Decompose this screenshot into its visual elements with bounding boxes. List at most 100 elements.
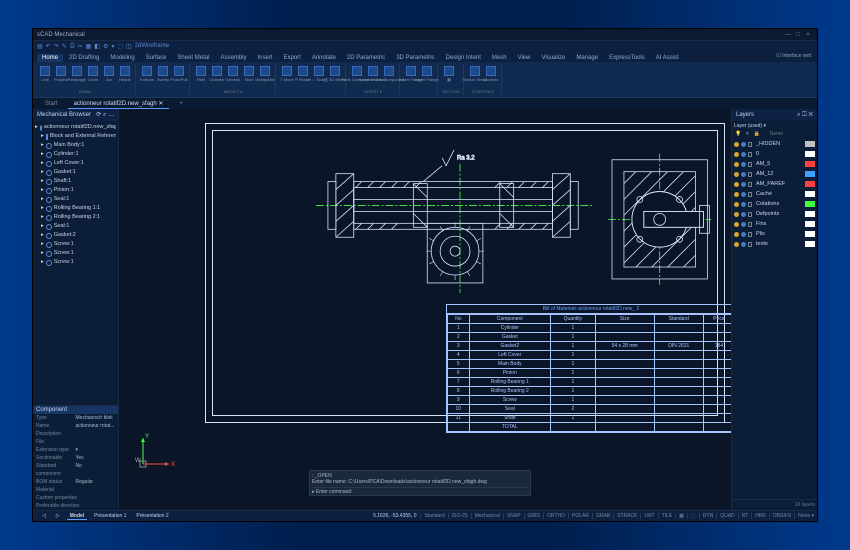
qat-item-10[interactable]: ⬚ — [117, 43, 123, 50]
freeze-icon[interactable] — [741, 142, 746, 147]
close-button[interactable]: × — [803, 32, 813, 38]
layer-row[interactable]: _HIDDEN — [734, 139, 815, 149]
property-row[interactable]: SectionableYes — [33, 454, 118, 462]
lock-icon[interactable] — [748, 162, 752, 167]
ribbon-button-arc[interactable]: Arc — [102, 65, 116, 83]
visibility-icon[interactable] — [734, 162, 739, 167]
status-toggle-strack[interactable]: STRACK — [613, 513, 640, 519]
ribbon-button-chamfer[interactable]: Chamfer — [210, 65, 224, 83]
ribbon-button--3d-mirror[interactable]: ◫ 3D Mirror — [328, 65, 342, 83]
freeze-icon[interactable] — [741, 152, 746, 157]
minimize-button[interactable]: — — [783, 32, 793, 38]
ribbon-button-controls[interactable]: Controls — [484, 65, 498, 83]
color-swatch[interactable] — [805, 231, 815, 237]
freeze-icon[interactable] — [741, 242, 746, 247]
color-swatch[interactable] — [805, 161, 815, 167]
command-prompt[interactable]: ▸ Enter command: — [312, 487, 528, 495]
tree-node[interactable]: ▸Shaft:1 — [35, 177, 116, 186]
ribbon-button-manipulate[interactable]: Manipulate — [258, 65, 272, 83]
qat-item-0[interactable]: ▤ — [37, 43, 43, 50]
color-swatch[interactable] — [805, 181, 815, 187]
lock-icon[interactable] — [748, 222, 752, 227]
ribbon-tab-mesh[interactable]: Mesh — [487, 54, 512, 62]
qat-item-1[interactable]: ↶ — [46, 43, 51, 50]
ribbon-button-fillet[interactable]: Fillet — [194, 65, 208, 83]
doc-tab[interactable]: Start — [39, 100, 64, 108]
ribbon-tab-3d-parametric[interactable]: 3D Parametric — [391, 54, 439, 62]
status-toggle--[interactable]: ▦ — [675, 513, 687, 519]
component-properties-header[interactable]: Component — [33, 406, 118, 414]
lock-icon[interactable] — [748, 182, 752, 187]
color-swatch[interactable] — [805, 241, 815, 247]
qat-item-3[interactable]: ✎ — [62, 43, 67, 50]
status-toggle-grab[interactable]: GRAB — [592, 513, 613, 519]
layout-tab[interactable]: Présentation 1 — [91, 513, 129, 520]
ribbon-button-section-views[interactable]: Section Views — [468, 65, 482, 83]
tree-node[interactable]: ▸Pinion:1 — [35, 186, 116, 195]
property-row[interactable]: TypeMechanisch blok — [33, 414, 118, 422]
freeze-icon[interactable] — [741, 222, 746, 227]
layer-row[interactable]: 0 — [734, 149, 815, 159]
tree-node[interactable]: ▸Gasket:1 — [35, 168, 116, 177]
ribbon-tab-2d-parametric[interactable]: 2D Parametric — [342, 54, 390, 62]
color-swatch[interactable] — [805, 191, 815, 197]
ribbon-tab-view[interactable]: View — [513, 54, 536, 62]
tree-node[interactable]: ▸Screw:1 — [35, 258, 116, 267]
status-toggle-none-[interactable]: None ▾ — [794, 513, 817, 519]
tree-node[interactable]: ▸Rolling Bearing 1:1 — [35, 204, 116, 213]
qat-item-6[interactable]: ▦ — [86, 43, 92, 50]
preferable-direction-row[interactable]: Preferable direction — [33, 502, 118, 510]
ribbon-tab-manage[interactable]: Manage — [571, 54, 603, 62]
qat-item-11[interactable]: ◫ — [126, 43, 132, 50]
ribbon-tab-2d-drafting[interactable]: 2D Drafting — [64, 54, 104, 62]
layer-row[interactable]: Defpoints — [734, 209, 815, 219]
lock-icon[interactable] — [748, 142, 752, 147]
ribbon-tab-visualize[interactable]: Visualize — [536, 54, 570, 62]
property-row[interactable]: File — [33, 438, 118, 446]
ucs-icon[interactable]: X Y W — [135, 432, 175, 474]
ribbon-button-slice[interactable]: Slice — [242, 65, 256, 83]
qat-item-7[interactable]: ◧ — [94, 43, 100, 50]
ribbon-tab-home[interactable]: Home — [37, 54, 63, 62]
ribbon-button-genesis[interactable]: Genesis — [226, 65, 240, 83]
ribbon-tab-expresstools[interactable]: ExpressTools — [604, 54, 650, 62]
visibility-icon[interactable] — [734, 192, 739, 197]
status-toggle-quad[interactable]: QUAD — [716, 513, 737, 519]
tree-node[interactable]: ▸Screw:1 — [35, 249, 116, 258]
tree-node[interactable]: ▸Block and External References — [35, 132, 116, 141]
maximize-button[interactable]: □ — [793, 32, 803, 38]
lock-icon[interactable] — [748, 202, 752, 207]
tree-node[interactable]: ▸Gasket:2 — [35, 231, 116, 240]
freeze-icon[interactable] — [741, 192, 746, 197]
ribbon-tab-ai-assist[interactable]: AI Assist — [651, 54, 684, 62]
freeze-icon[interactable] — [741, 202, 746, 207]
status-toggle-rt[interactable]: RT — [738, 513, 752, 519]
property-row[interactable]: Nameactionneur rotat... — [33, 422, 118, 430]
tree-node[interactable]: ▸Main Body:1 — [35, 141, 116, 150]
ribbon-button--[interactable]: ▦ — [442, 65, 456, 83]
drawing-canvas[interactable]: Ra 3.2 — [119, 109, 731, 510]
ribbon-button-polyline[interactable]: Polyline — [54, 65, 68, 83]
ribbon-tab-export[interactable]: Export — [278, 54, 305, 62]
ribbon-tab-annotate[interactable]: Annotate — [307, 54, 341, 62]
ribbon-button-view-component[interactable]: View Component — [382, 65, 396, 83]
visibility-icon[interactable] — [734, 242, 739, 247]
status-toggle-ortho[interactable]: ORTHO — [543, 513, 568, 519]
status-toggle--[interactable]: ⬚ — [687, 513, 699, 519]
lock-icon[interactable] — [748, 192, 752, 197]
layer-row[interactable]: Cotations — [734, 199, 815, 209]
doc-tab[interactable]: + — [173, 100, 189, 108]
layout-tab[interactable]: ◁ — [39, 513, 49, 520]
property-row[interactable]: Description — [33, 430, 118, 438]
panel-actions[interactable]: ⌕ ◫ ✕ — [797, 112, 813, 119]
color-swatch[interactable] — [805, 211, 815, 217]
ribbon-button-push-pull[interactable]: Push/Pull — [172, 65, 186, 83]
status-toggle-hkr[interactable]: HKR — [751, 513, 769, 519]
panel-actions[interactable]: ⟳ ⌕ … — [96, 111, 114, 119]
color-swatch[interactable] — [805, 141, 815, 147]
freeze-icon[interactable] — [741, 162, 746, 167]
status-toggle-obsifs[interactable]: OBSIFS — [769, 513, 794, 519]
ribbon-button-line[interactable]: Line — [38, 65, 52, 83]
layer-row[interactable]: AM_12 — [734, 169, 815, 179]
ribbon-button-rectangle[interactable]: Rectangle — [70, 65, 84, 83]
